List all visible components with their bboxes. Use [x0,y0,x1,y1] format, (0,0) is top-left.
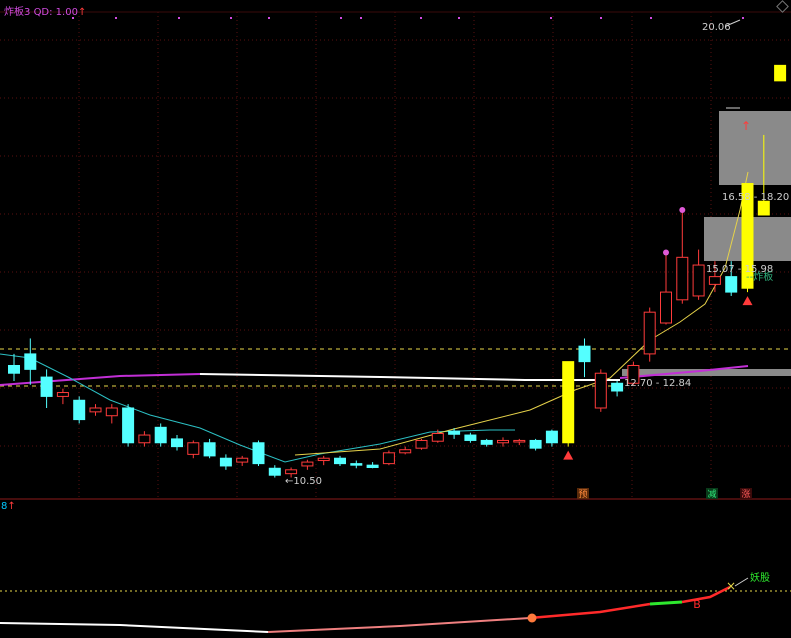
candle-body [285,469,298,475]
candle-body [350,463,363,466]
candle-body [725,276,738,293]
candle-body [138,434,151,444]
candle-body [334,457,346,465]
sub-line-red-end [681,585,731,604]
zone-label-low: 12.70 - 12.84 [624,378,691,389]
candle-body [171,438,183,448]
candle-body [219,457,232,467]
marker-yu: 预 [578,489,587,500]
sub-line-white [0,622,269,633]
signal-dot [679,206,686,213]
candle-body [660,291,672,324]
marker-zhang: 涨 [741,489,750,500]
candle-body [545,430,558,444]
gray-zone-high [719,111,791,185]
top-signal-dot [340,17,342,19]
candle-body [513,439,526,443]
sub-signal-dot [527,613,537,623]
sub-line-green [649,600,683,606]
candle-body [40,376,53,397]
high-price-label: 20.06 [702,22,731,33]
candle-body [73,399,86,421]
buy-triangle-icon [742,296,753,306]
candle-body [317,457,330,462]
marker-jian: 减 [707,488,716,500]
sub-indicator-header: 8↑ [1,501,16,512]
top-signal-dot [458,17,460,19]
top-signal-dot [420,17,422,19]
low-price-label: ←10.50 [285,476,322,487]
signal-dot [663,249,669,256]
top-signal-dot [230,17,232,19]
candle-body [415,439,428,449]
buy-triangle-icon [563,450,574,460]
candle-body [89,407,102,413]
candle-body [431,432,444,442]
candle-body [252,442,265,465]
candle-body [774,64,787,82]
candle-body [154,426,167,444]
candle-body [643,311,656,355]
candle-body [187,442,200,455]
candle-body [464,434,477,441]
top-signal-dot [742,17,744,19]
candle-body [8,364,20,374]
candle-body [611,382,624,392]
candle-body [236,457,249,463]
candle-body [578,345,591,363]
candle-body [708,276,721,285]
candle-body [399,449,412,454]
indicator-name: 炸板3 [4,7,31,18]
top-signal-dot [178,17,180,19]
sub-pointer-line [734,577,749,587]
sub-line-red [529,602,651,620]
candle-body [24,353,37,370]
qd-label: QD: 1.00 [33,7,78,18]
candle-body [448,430,461,435]
top-signal-dot [550,17,552,19]
candle-body [105,407,118,417]
top-signal-dot [600,17,602,19]
sub-line-pink [267,617,531,633]
candle-body [301,461,314,467]
up-arrow-icon: ↑ [77,7,87,18]
candle-body [757,200,770,216]
candle-body [529,439,542,449]
candle-body [122,407,135,444]
zhaban-tag: --炸板 [746,270,773,283]
candle-body [594,372,607,409]
zone-label-high: 16.58 - 18.20 [722,192,789,203]
candle-body [480,439,493,445]
candle-body [382,452,395,465]
candle-body [676,256,689,301]
sub-label-yaogu: 妖股 [750,571,770,584]
sub-cross-icon: × [726,579,736,593]
candle-body [497,439,509,444]
up-arrow-icon: ↑ [741,119,751,133]
grid-lines [0,12,791,498]
top-signal-dot [268,17,270,19]
candle-body [268,467,281,476]
top-signal-dot [115,17,117,19]
candle-body [56,392,69,397]
up-arrow-icon: ↑ [7,501,16,512]
indicator-header: 炸板3 QD: 1.00↑ [4,3,86,18]
sub-label-b: B [693,598,701,611]
candle-body [203,442,216,457]
stock-chart: ↑←10.5020.0612.70 - 12.8415.07 - 15.9816… [0,11,791,633]
top-signal-dot [650,17,652,19]
top-signal-dot [360,17,362,19]
candle-body [366,464,379,468]
candle-body [692,264,705,297]
ma-white-line [199,373,620,381]
candle-body [562,361,575,444]
